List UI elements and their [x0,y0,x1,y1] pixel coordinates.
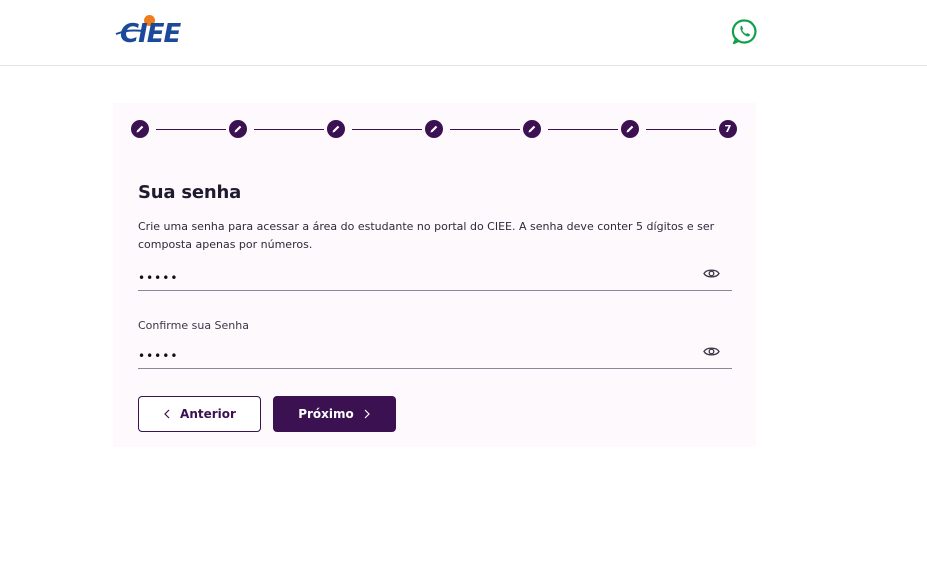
previous-button-label: Anterior [180,407,236,421]
step-7-current: 7 [719,120,737,138]
step-connector [352,128,422,130]
pencil-icon [430,125,438,133]
previous-button[interactable]: Anterior [138,396,261,432]
site-header: CIEE [0,0,927,66]
pencil-icon [234,125,242,133]
ciee-logo[interactable]: CIEE [114,14,194,49]
pencil-icon [626,125,634,133]
step-5-completed[interactable] [523,120,541,138]
step-6-completed[interactable] [621,120,639,138]
step-3-completed[interactable] [327,120,345,138]
whatsapp-icon[interactable] [731,18,758,45]
pencil-icon [332,125,340,133]
confirm-password-label: Confirme sua Senha [138,319,249,332]
step-4-completed[interactable] [425,120,443,138]
password-instructions: Crie uma senha para acessar a área do es… [138,220,715,251]
next-button[interactable]: Próximo [273,396,396,432]
eye-icon[interactable] [703,345,720,358]
confirm-password-input[interactable] [138,347,688,365]
step-connector [450,128,520,130]
chevron-left-icon [164,409,170,419]
progress-stepper: 7 [131,120,739,138]
chevron-right-icon [364,409,370,419]
pencil-icon [528,125,536,133]
password-field [138,261,732,291]
step-connector [646,128,716,130]
step-connector [254,128,324,130]
password-input[interactable] [138,269,688,287]
step-connector [156,128,226,130]
pencil-icon [136,125,144,133]
step-2-completed[interactable] [229,120,247,138]
password-form-card: 7 Sua senha Crie uma senha para acessar … [113,103,756,447]
next-button-label: Próximo [298,407,354,421]
step-1-completed[interactable] [131,120,149,138]
page-title: Sua senha [138,182,242,203]
step-connector [548,128,618,130]
logo-text: CIEE [120,19,181,49]
step-number: 7 [724,123,732,135]
eye-icon[interactable] [703,267,720,280]
confirm-password-field [138,339,732,369]
